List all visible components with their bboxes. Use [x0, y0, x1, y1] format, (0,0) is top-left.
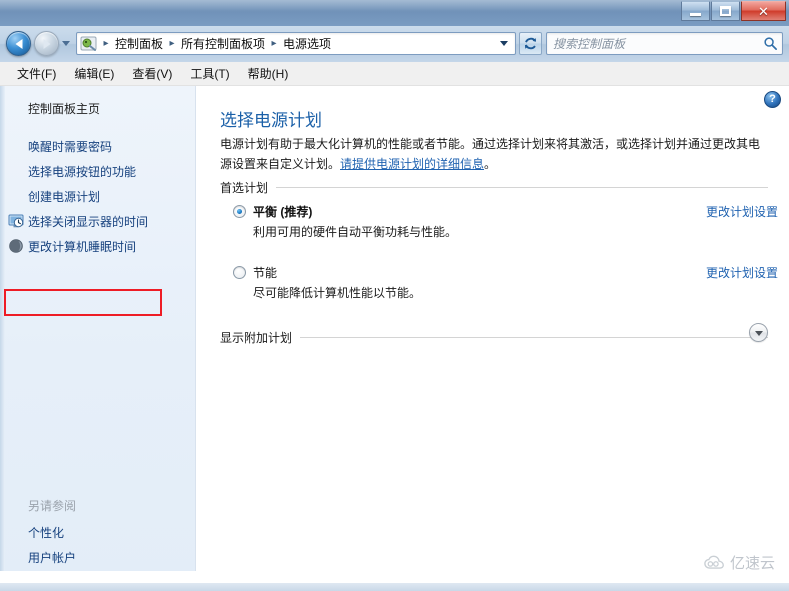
help-icon[interactable]: ? [764, 91, 781, 108]
minimize-button[interactable] [681, 1, 710, 21]
menu-item-file[interactable]: 文件(F) [8, 62, 65, 85]
page-title: 选择电源计划 [220, 111, 322, 130]
power-plan-item: 节能 尽可能降低计算机性能以节能。 更改计划设置 [233, 264, 778, 301]
breadcrumb-item-2[interactable]: 电源选项 [280, 35, 334, 52]
main-pane: ? 选择电源计划 电源计划有助于最大化计算机的性能或者节能。通过选择计划来将其激… [197, 86, 789, 583]
menu-item-edit[interactable]: 编辑(E) [65, 62, 123, 85]
forward-arrow-icon [43, 38, 50, 49]
power-plan-description: 利用可用的硬件自动平衡功耗与性能。 [253, 225, 458, 239]
breadcrumb-item-1[interactable]: 所有控制面板项 [178, 35, 268, 52]
control-panel-icon [80, 35, 97, 52]
moon-sleep-icon [8, 238, 24, 254]
power-plan-description: 尽可能降低计算机性能以节能。 [253, 286, 422, 300]
sidebar-item-change-sleep-time[interactable]: 更改计算机睡眠时间 [0, 234, 196, 259]
content-area: 控制面板主页 唤醒时需要密码 选择电源按钮的功能 创建电源计划 选择关闭显示器的… [0, 86, 789, 583]
search-input[interactable] [551, 35, 763, 52]
sidebar-item-label: 唤醒时需要密码 [28, 140, 113, 154]
forward-button[interactable] [34, 31, 59, 56]
minimize-icon [690, 13, 701, 16]
page-description: 电源计划有助于最大化计算机的性能或者节能。通过选择计划来将其激活，或选择计划并通… [220, 134, 765, 174]
highlight-annotation-box [4, 289, 162, 316]
power-plan-row[interactable]: 平衡 (推荐) [233, 203, 778, 220]
search-icon [764, 37, 777, 50]
power-plan-row[interactable]: 节能 [233, 264, 778, 281]
sidebar-item-personalization[interactable]: 个性化 [0, 520, 196, 545]
menu-item-view[interactable]: 查看(V) [123, 62, 181, 85]
power-plan-details-link[interactable]: 请提供电源计划的详细信息 [340, 157, 484, 171]
maximize-icon [720, 6, 731, 16]
preferred-plans-section-header: 首选计划 [220, 179, 768, 196]
see-also-heading: 另请参阅 [28, 499, 77, 513]
power-plan-name: 节能 [253, 266, 278, 280]
breadcrumb-separator: ▸ [103, 38, 109, 49]
sidebar-item-choose-display-off-time[interactable]: 选择关闭显示器的时间 [0, 209, 196, 234]
breadcrumb-separator: ▸ [271, 38, 277, 49]
address-dropdown-chevron-icon[interactable] [493, 33, 515, 54]
breadcrumb-item-0[interactable]: 控制面板 [112, 35, 166, 52]
section-divider [276, 187, 768, 188]
page-description-suffix: 。 [484, 157, 497, 171]
menu-bar: 文件(F) 编辑(E) 查看(V) 工具(T) 帮助(H) [0, 62, 789, 86]
recent-pages-chevron-icon[interactable] [62, 41, 70, 46]
change-plan-settings-link[interactable]: 更改计划设置 [706, 264, 778, 281]
back-button[interactable] [6, 31, 31, 56]
radio-power-saver[interactable] [233, 266, 246, 279]
sidebar: 控制面板主页 唤醒时需要密码 选择电源按钮的功能 创建电源计划 选择关闭显示器的… [0, 86, 196, 583]
sidebar-item-user-accounts[interactable]: 用户帐户 [0, 545, 196, 570]
sidebar-item-label: 选择电源按钮的功能 [28, 165, 137, 179]
status-strip [0, 583, 789, 591]
preferred-plans-label: 首选计划 [220, 181, 269, 195]
search-box[interactable] [546, 32, 783, 55]
breadcrumb-separator: ▸ [169, 38, 175, 49]
sidebar-item-control-panel-home[interactable]: 控制面板主页 [28, 100, 100, 117]
power-plan-name: 平衡 (推荐) [253, 205, 313, 219]
section-divider [300, 337, 768, 338]
back-arrow-icon [15, 38, 22, 49]
close-button[interactable]: ✕ [741, 1, 786, 21]
menu-item-tools[interactable]: 工具(T) [181, 62, 238, 85]
chevron-down-icon[interactable] [749, 323, 768, 342]
power-options-window: ✕ ▸ 控制面板 ▸ 所有控制面板项 ▸ 电源选项 搜索控制面板 文件(F) 编… [0, 0, 789, 591]
refresh-icon [524, 37, 537, 50]
sidebar-item-power-button-function[interactable]: 选择电源按钮的功能 [0, 159, 196, 184]
address-bar[interactable]: ▸ 控制面板 ▸ 所有控制面板项 ▸ 电源选项 [76, 32, 516, 55]
sidebar-task-list: 唤醒时需要密码 选择电源按钮的功能 创建电源计划 选择关闭显示器的时间 更改计算… [0, 134, 196, 259]
bottom-filler [0, 571, 694, 583]
sidebar-item-label: 创建电源计划 [28, 190, 101, 204]
sidebar-item-label: 个性化 [28, 526, 65, 540]
window-controls: ✕ [680, 1, 786, 21]
sidebar-item-label: 选择关闭显示器的时间 [28, 215, 149, 229]
power-plan-item: 平衡 (推荐) 利用可用的硬件自动平衡功耗与性能。 更改计划设置 [233, 203, 778, 240]
see-also-list: 个性化 用户帐户 [0, 520, 196, 570]
show-additional-plans-label: 显示附加计划 [220, 331, 293, 345]
sidebar-item-create-power-plan[interactable]: 创建电源计划 [0, 184, 196, 209]
maximize-button[interactable] [711, 1, 740, 21]
sidebar-item-label: 用户帐户 [28, 551, 77, 565]
change-plan-settings-link[interactable]: 更改计划设置 [706, 203, 778, 220]
refresh-button[interactable] [519, 32, 542, 55]
close-icon: ✕ [758, 3, 769, 19]
monitor-clock-icon [8, 213, 24, 229]
radio-balanced[interactable] [233, 205, 246, 218]
title-bar: ✕ [0, 0, 789, 26]
sidebar-item-require-password[interactable]: 唤醒时需要密码 [0, 134, 196, 159]
sidebar-item-label: 更改计算机睡眠时间 [28, 240, 137, 254]
menu-item-help[interactable]: 帮助(H) [239, 62, 298, 85]
navigation-bar: ▸ 控制面板 ▸ 所有控制面板项 ▸ 电源选项 [0, 26, 789, 62]
show-additional-plans-header[interactable]: 显示附加计划 [220, 329, 768, 346]
